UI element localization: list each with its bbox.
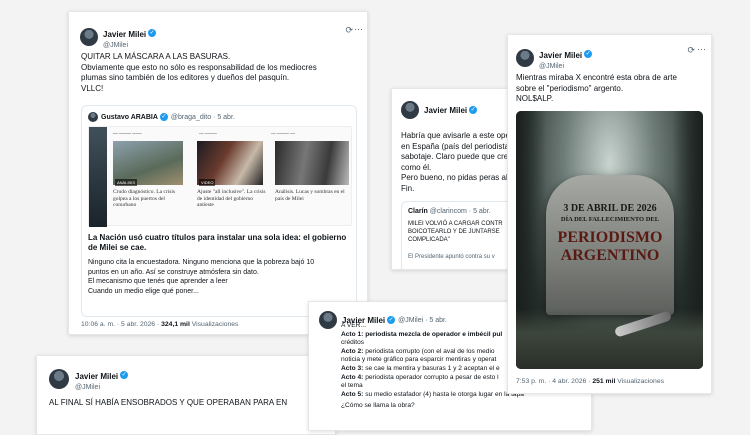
avatar[interactable] [319,311,337,329]
views-label: Visualizaciones [617,378,665,385]
timestamp[interactable]: 10:06 a. m. · 5 abr. 2026 · [81,321,159,328]
article-header: ━━ ━━━━━ [199,131,217,136]
view-count: 251 mil [592,378,616,385]
tweet-card-arabia[interactable]: Javier Milei ✓ @JMilei ⟳ ⋯ QUITAR LA MÁSC… [68,11,368,335]
author-handle[interactable]: @JMilei [75,384,128,391]
quote-author: Gustavo ARABIA [101,113,158,121]
quote-headline: La Nación usó cuatro títulos para instal… [88,233,347,252]
quote-body: Ninguno cita la encuestadora. Ninguno me… [88,259,315,295]
tweet-card-ensobrados[interactable]: Javier Milei ✓ @JMilei AL FINAL SÍ HABÍA … [36,355,336,435]
verified-icon: ✓ [469,106,478,114]
tombstone-image[interactable]: 3 DE ABRIL DE 2026 DÍA DEL FALLECIMIENTO… [516,111,703,369]
tweet-meta: 10:06 a. m. · 5 abr. 2026 · 324,1 mil Vi… [81,321,238,328]
avatar[interactable] [401,101,419,119]
more-icon[interactable]: ⋯ [354,24,363,35]
article-header: ━━ ━━━━━ ━━━━ [113,131,142,136]
views-label: Visualizaciones [191,321,239,328]
grass [516,309,703,369]
avatar[interactable] [80,27,98,46]
author-name[interactable]: Javier Milei [539,51,582,60]
view-count: 324,1 mil [161,321,190,328]
article-header: ━━ ━━━━━ ━━ [271,131,295,136]
tweet-text: AL FINAL SÍ HABÍA ENSOBRADOS Y QUE OPERA… [49,398,288,407]
quote-text: MILEI VOLVIÓ A CARGAR CONTR BOICOTEARLO Y… [408,221,503,243]
tweet-text: Mientras miraba X encontré esta obra de … [516,73,677,103]
quote-source: Clarín [408,208,428,215]
verified-icon: ✓ [584,49,593,58]
author-handle[interactable]: @JMilei [539,63,592,70]
author-name[interactable]: Javier Milei [75,372,118,381]
avatar[interactable] [516,48,534,67]
tombstone-text: 3 DE ABRIL DE 2026 DÍA DEL FALLECIMIENTO… [557,203,663,264]
quoted-tweet[interactable]: Gustavo ARABIA ✓ @braga_dito · 5 abr. ━━… [81,105,357,317]
author-name[interactable]: Javier Milei [424,106,467,115]
avatar[interactable] [49,368,69,389]
article-title: Análisis. Lucas y sombras en el país de … [275,189,345,202]
timestamp[interactable]: 7:53 p. m. · 4 abr. 2026 · [516,378,590,385]
grok-icon[interactable]: ⟳ [345,25,353,36]
more-icon[interactable]: ⋯ [697,44,706,55]
grok-icon[interactable]: ⟳ [687,45,695,56]
article-title: Ajuste "all inclusive". La crisis de ide… [197,189,266,208]
article-title: Crudo diagnóstico. La crisis golpea a lo… [113,189,176,208]
article-collage: ━━ ━━━━━ ━━━━ ━━ ━━━━━ ━━ ━━━━━ ━━ ANÁLI… [88,126,352,227]
quote-tail: El Presidente apuntó contra su v [408,254,495,260]
article-chip: ANÁLISIS [115,179,138,186]
verified-icon: ✓ [120,370,129,379]
avatar [88,112,98,122]
verified-icon: ✓ [159,113,168,121]
collage-strip [89,127,107,227]
article-photo [275,141,349,185]
author-name[interactable]: Javier Milei [103,30,146,39]
verified-icon: ✓ [148,28,157,37]
quote-handle: @braga_dito · 5 abr. [170,113,235,121]
tweet-meta: 7:53 p. m. · 4 abr. 2026 · 251 mil Visua… [516,378,664,385]
quote-handle: @clarincom · 5 abr. [429,208,491,215]
tweet-card-periodismo[interactable]: Javier Milei ✓ @JMilei ⟳ ⋯ Mientras mirab… [507,34,712,394]
tweet-text: QUITAR LA MÁSCARA A LAS BASURAS. Obviamen… [81,52,317,93]
author-handle[interactable]: @JMilei [103,42,156,49]
article-chip: VIDEO [199,179,216,186]
